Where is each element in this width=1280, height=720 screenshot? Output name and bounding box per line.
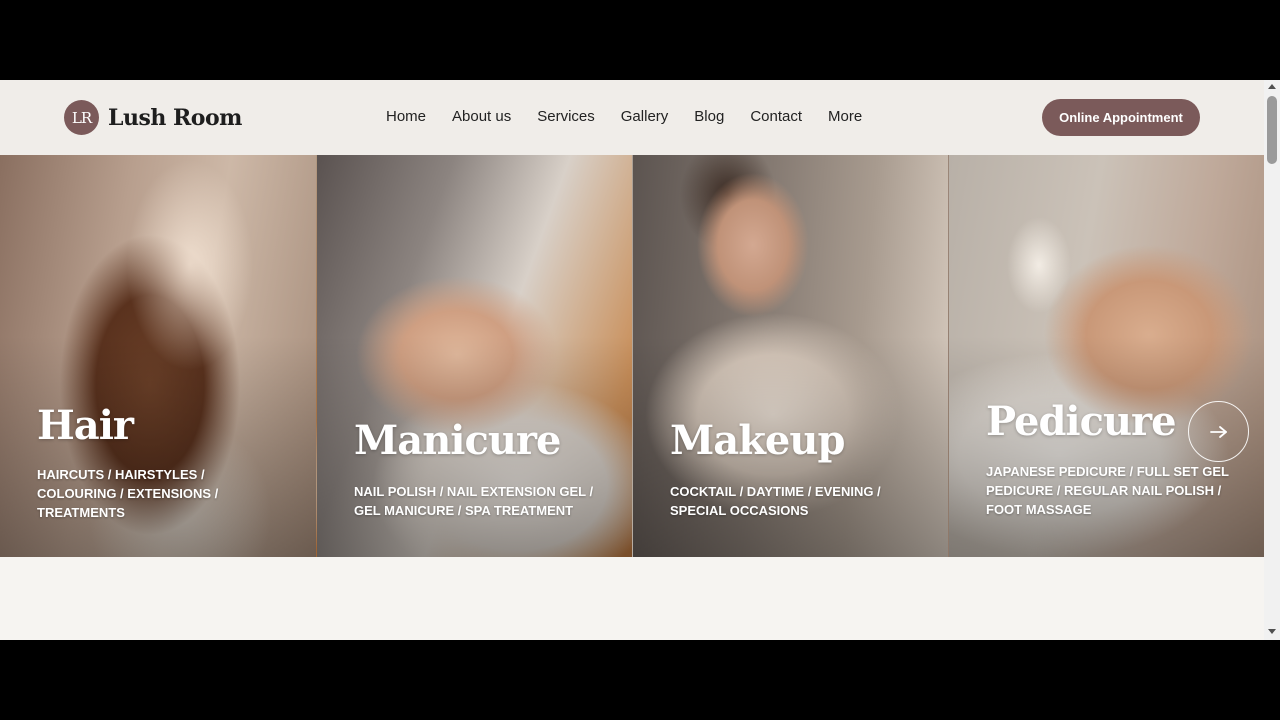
page: LR Lush Room Home About us Services Gall… xyxy=(0,80,1264,640)
service-title: Pedicure xyxy=(986,398,1177,445)
site-logo[interactable]: LR Lush Room xyxy=(64,100,242,135)
service-card-makeup[interactable]: Makeup COCKTAIL / DAYTIME / EVENING / SP… xyxy=(632,155,948,557)
nav-item-more[interactable]: More xyxy=(828,108,862,125)
service-card-hair[interactable]: Hair HAIRCUTS / HAIRSTYLES / COLOURING /… xyxy=(0,155,316,557)
nav-item-home[interactable]: Home xyxy=(386,108,426,125)
main-nav: Home About us Services Gallery Blog Cont… xyxy=(386,108,888,125)
service-card-pedicure[interactable]: Pedicure JAPANESE PEDICURE / FULL SET GE… xyxy=(948,155,1264,557)
service-title: Hair xyxy=(37,402,134,449)
scrollbar-thumb[interactable] xyxy=(1267,96,1277,164)
arrow-right-icon xyxy=(1209,425,1227,438)
nav-item-gallery[interactable]: Gallery xyxy=(621,108,669,125)
browser-viewport: LR Lush Room Home About us Services Gall… xyxy=(0,80,1280,640)
nav-item-services[interactable]: Services xyxy=(537,108,595,125)
logo-monogram: LR xyxy=(64,100,99,135)
online-appointment-button[interactable]: Online Appointment xyxy=(1042,99,1200,136)
service-description: NAIL POLISH / NAIL EXTENSION GEL / GEL M… xyxy=(354,484,594,518)
scroll-down-arrow-icon[interactable] xyxy=(1268,629,1276,634)
service-card-manicure[interactable]: Manicure NAIL POLISH / NAIL EXTENSION GE… xyxy=(316,155,632,557)
service-title: Makeup xyxy=(670,417,845,464)
video-letterbox-top xyxy=(0,0,1280,80)
service-title: Manicure xyxy=(354,417,561,464)
carousel-next-button[interactable] xyxy=(1188,401,1249,462)
page-scrollbar[interactable] xyxy=(1264,80,1280,640)
services-carousel: Hair HAIRCUTS / HAIRSTYLES / COLOURING /… xyxy=(0,155,1264,557)
nav-item-blog[interactable]: Blog xyxy=(694,108,724,125)
service-description: HAIRCUTS / HAIRSTYLES / COLOURING / EXTE… xyxy=(37,467,219,520)
video-letterbox-bottom xyxy=(0,640,1280,720)
nav-item-about-us[interactable]: About us xyxy=(452,108,511,125)
logo-name: Lush Room xyxy=(108,104,242,131)
scroll-up-arrow-icon[interactable] xyxy=(1268,84,1276,89)
service-description: JAPANESE PEDICURE / FULL SET GEL PEDICUR… xyxy=(986,464,1229,517)
site-header: LR Lush Room Home About us Services Gall… xyxy=(0,80,1264,155)
service-description: COCKTAIL / DAYTIME / EVENING / SPECIAL O… xyxy=(670,484,881,518)
nav-item-contact[interactable]: Contact xyxy=(750,108,802,125)
